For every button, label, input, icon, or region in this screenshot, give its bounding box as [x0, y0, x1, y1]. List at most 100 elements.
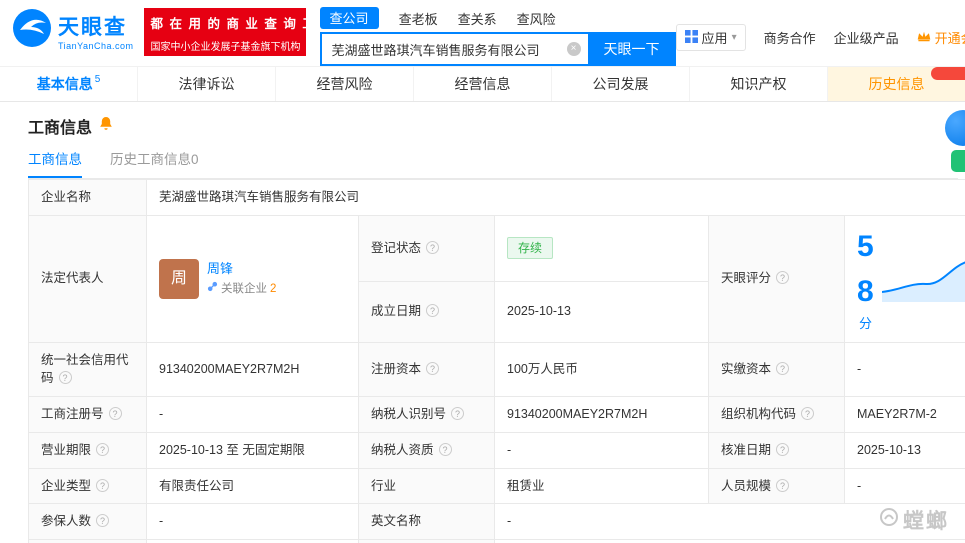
score-value: 58	[857, 229, 874, 308]
main-content: 工商信息 工商信息 历史工商信息0 企业名称 芜湖盛世路琪汽车销售服务有限公司 …	[0, 102, 965, 543]
help-icon[interactable]: ?	[776, 271, 790, 285]
table-row: 企业类型? 有限责任公司 行业 租赁业 人员规模? -	[28, 467, 965, 505]
credit-code-value: 91340200MAEY2R7M2H	[159, 361, 300, 376]
taxpayer-id-label: 纳税人识别号	[371, 407, 447, 421]
apps-grid-icon	[684, 29, 698, 46]
paid-capital-value: -	[857, 361, 862, 376]
table-row: 统一社会信用代码? 91340200MAEY2R7M2H 注册资本? 100万人…	[28, 341, 965, 397]
score-unit: 分	[859, 315, 873, 331]
tab-intellectual-property[interactable]: 知识产权	[689, 67, 827, 101]
score-sparkline-chart	[881, 250, 965, 308]
help-icon[interactable]: ?	[58, 371, 72, 385]
industry-value: 租赁业	[507, 478, 545, 493]
table-row: 参保人数? - 英文名称 -	[28, 503, 965, 540]
english-name-value: -	[507, 514, 512, 529]
org-code-label: 组织机构代码	[721, 407, 797, 421]
tab-company-development[interactable]: 公司发展	[551, 67, 689, 101]
established-label: 成立日期	[371, 304, 422, 319]
help-icon[interactable]: ?	[96, 478, 110, 492]
search-tab-risk[interactable]: 查风险	[517, 9, 556, 28]
business-term-value: 2025-10-13 至 无固定期限	[159, 442, 305, 457]
company-type-value: 有限责任公司	[159, 478, 235, 493]
brand-domain: TianYanCha.com	[58, 40, 134, 51]
search-input[interactable]	[319, 32, 588, 66]
approval-date-value: 2025-10-13	[857, 442, 921, 457]
tab-history-info[interactable]: 历史信息	[827, 67, 965, 101]
tab-operation-info[interactable]: 经营信息	[413, 67, 551, 101]
tianyancha-logo[interactable]: 天眼查 TianYanCha.com	[12, 8, 134, 53]
tab-legal-proceedings[interactable]: 法律诉讼	[137, 67, 275, 101]
miniapp-float-icon[interactable]	[951, 150, 965, 172]
table-row: 工商注册号? - 纳税人识别号? 91340200MAEY2R7M2H 组织机构…	[28, 396, 965, 433]
company-type-label: 企业类型	[41, 478, 92, 493]
nav-business-cooperation[interactable]: 商务合作	[764, 28, 816, 47]
staff-size-value: -	[857, 478, 862, 493]
help-icon[interactable]: ?	[426, 304, 440, 318]
top-header: 天眼查 TianYanCha.com 都 在 用 的 商 业 查 询 工 具 国…	[0, 0, 965, 66]
help-icon[interactable]: ?	[776, 478, 790, 492]
tab-basic-info-label: 基本信息	[36, 76, 93, 92]
related-companies-count: 2	[270, 283, 277, 296]
org-code-value: MAEY2R7M-2	[857, 407, 937, 421]
taxpayer-qual-label: 纳税人资质	[371, 442, 434, 457]
search-button[interactable]: 天眼一下	[587, 32, 676, 66]
staff-size-label: 人员规模	[721, 478, 772, 493]
taxpayer-id-value: 91340200MAEY2R7M2H	[507, 407, 648, 421]
help-icon[interactable]: ?	[108, 407, 122, 420]
help-icon[interactable]: ?	[426, 361, 440, 375]
table-row: 营业期限? 2025-10-13 至 无固定期限 纳税人资质? - 核准日期? …	[28, 431, 965, 469]
tianyan-score[interactable]: 58 分	[857, 224, 965, 334]
tab-basic-info-count: 5	[94, 73, 101, 85]
established-value: 2025-10-13	[507, 304, 571, 319]
table-row: 企业名称 芜湖盛世路琪汽车销售服务有限公司	[28, 179, 965, 216]
approval-date-label: 核准日期	[721, 442, 772, 457]
tianyancha-logo-icon	[12, 8, 52, 53]
search-tab-relation[interactable]: 查关系	[458, 9, 497, 28]
legal-rep-label: 法定代表人	[41, 271, 104, 286]
score-label: 天眼评分	[721, 271, 772, 286]
subtab-history-business-info[interactable]: 历史工商信息0	[110, 148, 199, 178]
tab-operation-risk[interactable]: 经营风险	[275, 67, 413, 101]
help-icon[interactable]: ?	[426, 240, 440, 254]
monitor-bell-icon[interactable]	[98, 116, 114, 137]
crown-icon	[917, 30, 931, 45]
brand-slogan: 都 在 用 的 商 业 查 询 工 具 国家中小企业发展子基金旗下机构	[143, 8, 334, 56]
paid-capital-label: 实缴资本	[721, 361, 772, 376]
subtab-business-info[interactable]: 工商信息	[28, 148, 82, 178]
help-icon[interactable]: ?	[438, 442, 452, 456]
help-icon[interactable]: ?	[801, 407, 815, 420]
slogan-line2: 国家中小企业发展子基金旗下机构	[150, 42, 301, 53]
clear-search-icon[interactable]: ×	[566, 42, 581, 56]
table-row: 登记机关? 经济技术开发区市场监督管理局 注册地址? 安徽省芜湖市经济技术开发区…	[28, 539, 965, 543]
search-area: 查公司 查老板 查关系 查风险 × 天眼一下	[319, 7, 676, 66]
nav-enterprise-products[interactable]: 企业级产品	[834, 28, 899, 47]
status-badge: 存续	[507, 237, 554, 260]
help-icon[interactable]: ?	[776, 361, 790, 375]
reg-number-label: 工商注册号	[41, 407, 104, 421]
insured-label: 参保人数	[41, 514, 92, 529]
legal-rep-name-link[interactable]: 周锋	[207, 259, 276, 279]
top-nav: 应用 ▾ 商务合作 企业级产品 开通会员 ▾	[675, 24, 965, 51]
help-icon[interactable]: ?	[96, 514, 110, 528]
help-icon[interactable]: ?	[776, 442, 790, 456]
related-companies-icon	[207, 281, 218, 298]
table-row: 法定代表人 周 周锋 关联企业 2 登记状态 ? 存续 天眼评分 ? 58分	[28, 214, 965, 343]
reg-capital-value: 100万人民币	[507, 361, 578, 376]
open-vip-button[interactable]: 开通会员 ▾	[917, 28, 965, 47]
promo-ribbon	[931, 67, 965, 80]
search-tabs: 查公司 查老板 查关系 查风险	[319, 7, 676, 29]
insured-value: -	[159, 514, 164, 529]
watermark: 螳螂	[879, 505, 949, 535]
search-tab-boss[interactable]: 查老板	[399, 9, 438, 28]
watermark-icon	[879, 507, 899, 533]
help-icon[interactable]: ?	[451, 407, 465, 420]
company-name-value: 芜湖盛世路琪汽车销售服务有限公司	[159, 190, 360, 204]
tab-basic-info[interactable]: 基本信息 5	[0, 67, 137, 101]
legal-rep-avatar[interactable]: 周	[159, 258, 199, 299]
apps-menu[interactable]: 应用 ▾	[675, 24, 746, 51]
search-tab-company[interactable]: 查公司	[319, 7, 379, 29]
watermark-text: 螳螂	[903, 510, 949, 533]
related-companies-link[interactable]: 关联企业 2	[207, 281, 276, 298]
help-icon[interactable]: ?	[96, 442, 110, 456]
tab-history-info-label: 历史信息	[868, 76, 925, 92]
